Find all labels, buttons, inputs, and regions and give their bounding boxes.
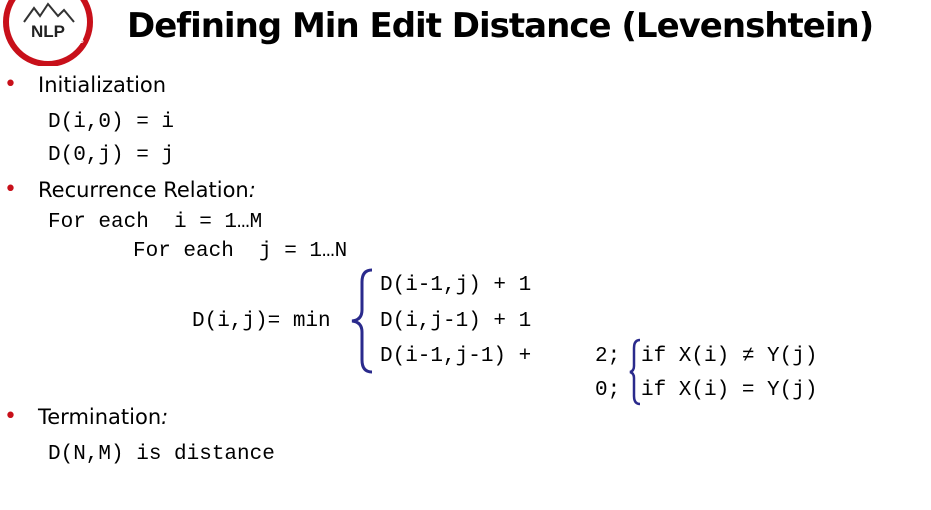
bullet-termination: • xyxy=(4,404,17,429)
case-1: D(i-1,j) + 1 xyxy=(380,274,532,297)
termination-line: D(N,M) is distance xyxy=(48,443,275,466)
termination-label-colon: : xyxy=(161,405,169,429)
subcase-1-cost: 2; xyxy=(595,345,621,368)
logo-text: NLP xyxy=(31,22,65,41)
case-3: D(i-1,j-1) + xyxy=(380,345,532,368)
bullet-recurrence: • xyxy=(4,177,17,202)
init-line-1: D(i,0) = i xyxy=(48,111,175,134)
section-termination-label: Termination: xyxy=(38,405,168,429)
slide-title: Defining Min Edit Distance (Levenshtein) xyxy=(127,6,874,46)
case-2: D(i,j-1) + 1 xyxy=(380,310,532,333)
recurrence-label-colon: : xyxy=(248,178,256,202)
termination-label-main: Termination xyxy=(38,405,162,429)
subcase-2-cond: if X(i) = Y(j) xyxy=(641,379,818,402)
recurrence-label-main: Recurrence Relation xyxy=(38,178,249,202)
subcase-1-cond: if X(i) ≠ Y(j) xyxy=(641,345,818,368)
nlp-logo-icon: NLP Natural Language Processing xyxy=(0,0,93,67)
section-initialization-label: Initialization xyxy=(38,73,167,97)
section-recurrence-label: Recurrence Relation: xyxy=(38,178,256,202)
init-line-2: D(0,j) = j xyxy=(48,144,175,167)
subcase-2-cost: 0; xyxy=(595,379,621,402)
big-brace-icon xyxy=(351,268,373,374)
nlp-logo: NLP Natural Language Processing xyxy=(0,0,100,67)
loop-j-line: For each j = 1…N xyxy=(133,240,348,263)
recurrence-lhs: D(i,j)= min xyxy=(192,310,331,333)
loop-i-line: For each i = 1…M xyxy=(48,211,263,234)
bullet-initialization: • xyxy=(4,72,17,97)
